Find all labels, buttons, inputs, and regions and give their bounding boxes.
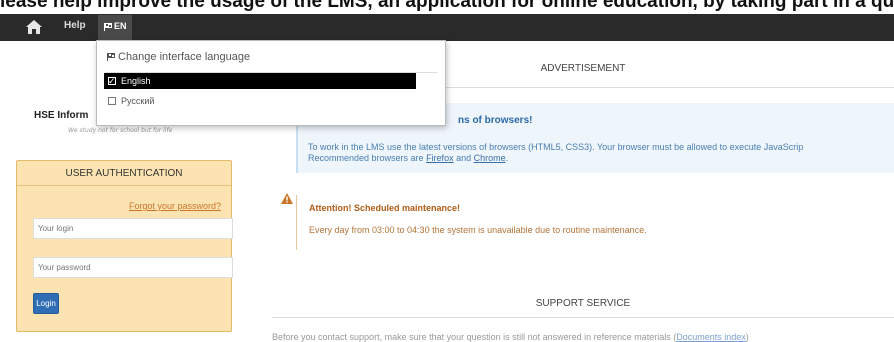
firefox-link[interactable]: Firefox bbox=[426, 153, 454, 163]
language-option-russian[interactable]: Русский bbox=[104, 93, 416, 109]
user-authentication-panel: USER AUTHENTICATION Forgot your password… bbox=[16, 160, 233, 332]
top-navigation-bar: Help EN bbox=[0, 14, 894, 41]
language-option-english[interactable]: English bbox=[104, 73, 416, 89]
checked-checkbox-icon bbox=[108, 73, 116, 89]
maintenance-notice-text: Every day from 03:00 to 04:30 the system… bbox=[309, 225, 647, 235]
language-option-label: English bbox=[121, 76, 151, 86]
language-dropdown-heading: Change interface language bbox=[107, 51, 250, 63]
login-button[interactable]: Login bbox=[33, 293, 59, 314]
language-menu-button[interactable]: EN bbox=[98, 15, 132, 41]
password-input[interactable] bbox=[33, 257, 233, 278]
unchecked-checkbox-icon bbox=[108, 97, 116, 105]
language-option-label: Русский bbox=[121, 96, 155, 106]
recommended-prefix: Recommended browsers are bbox=[308, 153, 427, 163]
browsers-notice-title: ns of browsers! bbox=[458, 115, 533, 126]
language-flag-icon bbox=[104, 23, 112, 31]
support-text-suffix: ) bbox=[745, 332, 749, 342]
help-menu-item[interactable]: Help bbox=[64, 20, 86, 31]
language-dropdown-heading-text: Change interface language bbox=[118, 51, 251, 63]
and-text: and bbox=[453, 153, 474, 163]
maintenance-notice: Attention! Scheduled maintenance! Every … bbox=[296, 195, 894, 250]
auth-panel-title: USER AUTHENTICATION bbox=[17, 161, 231, 186]
survey-banner: lease help improve the usage of the LMS,… bbox=[0, 0, 894, 14]
warning-icon bbox=[281, 193, 293, 204]
chrome-link[interactable]: Chrome bbox=[474, 153, 506, 163]
survey-banner-text: lease help improve the usage of the LMS,… bbox=[0, 0, 894, 12]
login-input[interactable] bbox=[33, 218, 233, 239]
site-title: HSE Inform bbox=[34, 110, 89, 121]
language-flag-icon bbox=[107, 53, 115, 61]
browsers-notice-text: To work in the LMS use the latest versio… bbox=[308, 142, 804, 152]
documents-index-link[interactable]: Documents index bbox=[676, 332, 746, 342]
support-text-prefix: Before you contact support, make sure th… bbox=[272, 332, 677, 342]
support-service-heading: SUPPORT SERVICE bbox=[272, 290, 894, 318]
recommended-browsers-text: Recommended browsers are Firefox and Chr… bbox=[308, 153, 508, 164]
site-motto: We study not for school but for life bbox=[68, 127, 173, 134]
maintenance-notice-title: Attention! Scheduled maintenance! bbox=[309, 203, 461, 213]
language-code: EN bbox=[114, 21, 127, 31]
home-icon[interactable] bbox=[26, 20, 42, 34]
period-text: . bbox=[505, 153, 509, 163]
support-text: Before you contact support, make sure th… bbox=[272, 332, 749, 342]
forgot-password-link[interactable]: Forgot your password? bbox=[129, 201, 221, 211]
